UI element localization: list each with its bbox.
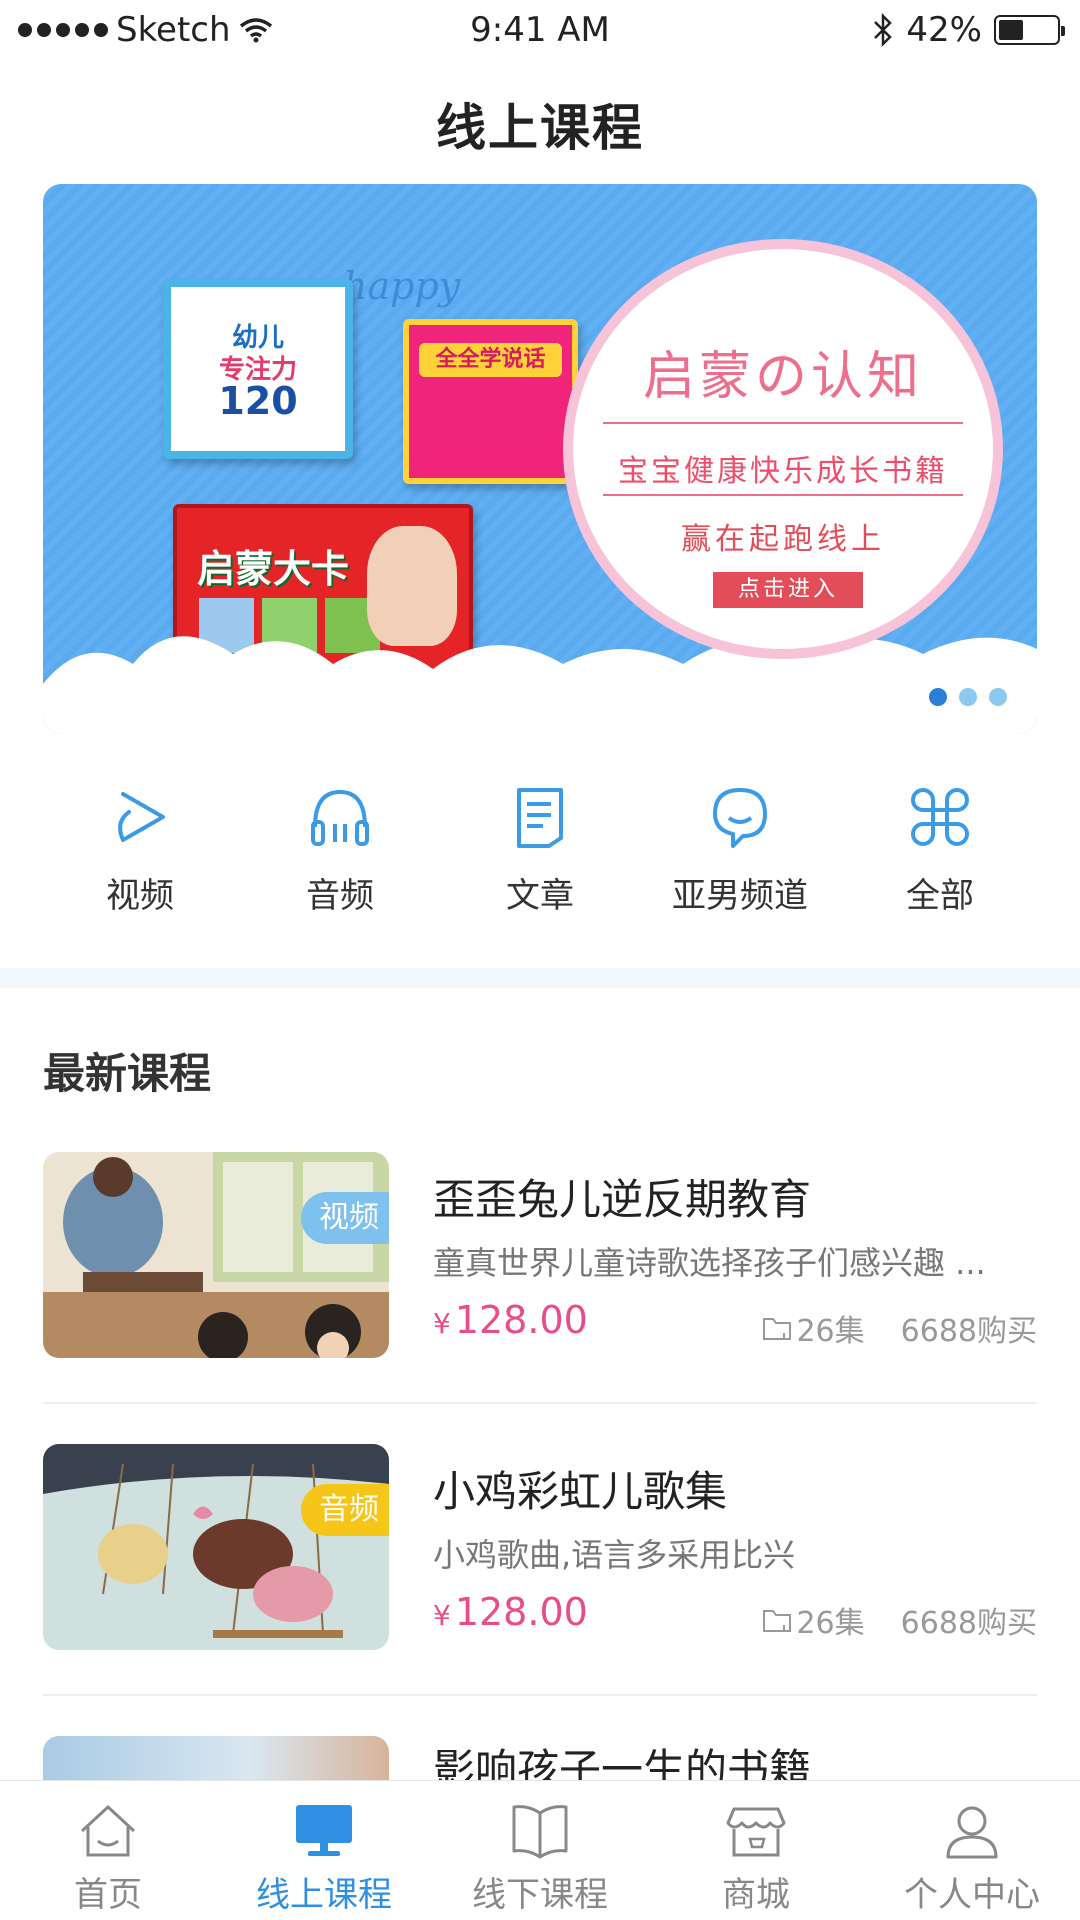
bluetooth-icon	[874, 13, 893, 47]
course-item[interactable]: 影响孩子一生的书籍	[43, 1736, 1037, 1780]
nav-channel-label: 亚男频道	[672, 876, 808, 916]
person-icon	[946, 1806, 998, 1859]
battery-percent: 42%	[906, 10, 982, 50]
course-meta: 26集 6688购买	[762, 1598, 1037, 1642]
course-description: 童真世界儿童诗歌选择孩子们感兴趣 ...	[433, 1244, 986, 1282]
quick-nav: 视频 音频 文章 亚男频道 全部	[0, 782, 1080, 952]
home-icon	[80, 1805, 136, 1857]
course-thumbnail[interactable]: 视频	[43, 1152, 389, 1358]
book-icon	[512, 1805, 568, 1859]
course-meta: 26集 6688购买	[762, 1306, 1037, 1350]
headphones-icon	[311, 789, 369, 846]
book-line-3: 120	[218, 379, 298, 423]
battery-fill	[999, 20, 1023, 40]
box-title: 启蒙大卡	[197, 547, 350, 591]
course-divider	[43, 1694, 1037, 1696]
course-thumbnail-image	[43, 1444, 389, 1650]
nav-article[interactable]: 文章	[440, 782, 640, 952]
tab-profile[interactable]: 个人中心	[864, 1781, 1080, 1920]
course-type-tag: 视频	[301, 1192, 389, 1244]
nav-video[interactable]: 视频	[40, 782, 240, 952]
banner-book-speak: 全全学说话	[403, 319, 578, 484]
banner-happy-text: happy	[343, 264, 461, 308]
price-value: 128.00	[454, 1298, 588, 1342]
course-price: ¥128.00	[433, 1590, 588, 1634]
play-icon	[118, 792, 165, 842]
course-type-tag: 音频	[301, 1484, 389, 1536]
nav-video-label: 视频	[106, 876, 174, 916]
banner-divider-bottom	[603, 494, 963, 496]
course-divider	[43, 1402, 1037, 1404]
course-item[interactable]: 音频 小鸡彩虹儿歌集 小鸡歌曲,语言多采用比兴 ¥128.00 26集 6688…	[43, 1444, 1037, 1650]
nav-channel[interactable]: 亚男频道	[640, 782, 840, 952]
grid-icon	[911, 788, 969, 846]
chat-icon	[713, 788, 767, 848]
nav-audio[interactable]: 音频	[240, 782, 440, 952]
course-title[interactable]: 小鸡彩虹儿歌集	[433, 1458, 727, 1519]
nav-all-label: 全部	[906, 876, 974, 916]
course-price: ¥128.00	[433, 1298, 588, 1342]
currency-symbol: ¥	[433, 1307, 451, 1340]
carousel-dot[interactable]	[959, 688, 977, 706]
folder-icon	[763, 1610, 792, 1632]
carousel-dot[interactable]	[929, 688, 947, 706]
course-title[interactable]: 歪歪兔儿逆反期教育	[433, 1166, 811, 1227]
course-thumbnail[interactable]	[43, 1736, 389, 1780]
tab-profile-label: 个人中心	[904, 1875, 1040, 1915]
banner-cta-button[interactable]: 点击进入	[713, 572, 863, 608]
tab-shop[interactable]: 商城	[648, 1781, 864, 1920]
monitor-icon	[296, 1805, 352, 1856]
course-thumbnail[interactable]: 音频	[43, 1444, 389, 1650]
tab-offline-courses-label: 线下课程	[472, 1875, 608, 1915]
battery-icon	[994, 15, 1065, 45]
banner-tagline: 赢在起跑线上	[681, 522, 885, 557]
document-icon	[517, 788, 563, 848]
episode-count: 26集	[796, 1314, 865, 1349]
nav-all[interactable]: 全部	[840, 782, 1040, 952]
tab-online-courses[interactable]: 线上课程	[216, 1781, 432, 1920]
banner-divider-top	[603, 422, 963, 424]
folder-icon	[763, 1318, 792, 1340]
section-divider	[0, 968, 1080, 988]
tab-home-label: 首页	[74, 1875, 142, 1915]
purchase-count: 6688购买	[900, 1606, 1037, 1641]
status-right: 42%	[872, 10, 1065, 50]
episode-count: 26集	[796, 1606, 865, 1641]
tab-online-courses-label: 线上课程	[256, 1875, 392, 1915]
shop-icon	[726, 1807, 786, 1857]
book-speak-title: 全全学说话	[419, 343, 562, 377]
nav-article-label: 文章	[506, 876, 574, 916]
course-item[interactable]: 视频 歪歪兔儿逆反期教育 童真世界儿童诗歌选择孩子们感兴趣 ... ¥128.0…	[43, 1152, 1037, 1358]
tab-bar: 首页 线上课程 线下课程 商城 个人中心	[0, 1780, 1080, 1920]
section-title: 最新课程	[43, 1049, 212, 1098]
price-value: 128.00	[454, 1590, 588, 1634]
carousel-dot[interactable]	[989, 688, 1007, 706]
promo-banner[interactable]: happy 幼儿 专注力 120 全全学说话 启蒙大卡 启蒙の认知 宝宝健康快乐…	[43, 184, 1037, 734]
purchase-count: 6688购买	[900, 1314, 1037, 1349]
banner-subline: 宝宝健康快乐成长书籍	[618, 454, 948, 489]
status-bar: Sketch 9:41 AM 42%	[0, 0, 1080, 60]
course-description: 小鸡歌曲,语言多采用比兴	[433, 1536, 796, 1574]
tab-offline-courses[interactable]: 线下课程	[432, 1781, 648, 1920]
banner-headline: 启蒙の认知	[642, 347, 923, 407]
banner-book-focus: 幼儿 专注力 120	[163, 279, 353, 459]
carousel-dots[interactable]	[929, 688, 1007, 706]
currency-symbol: ¥	[433, 1599, 451, 1632]
nav-audio-label: 音频	[306, 876, 374, 916]
course-title[interactable]: 影响孩子一生的书籍	[433, 1736, 811, 1780]
tab-home[interactable]: 首页	[0, 1781, 216, 1920]
tab-shop-label: 商城	[722, 1875, 790, 1915]
course-thumbnail-image	[43, 1152, 389, 1358]
page-title: 线上课程	[436, 99, 644, 157]
